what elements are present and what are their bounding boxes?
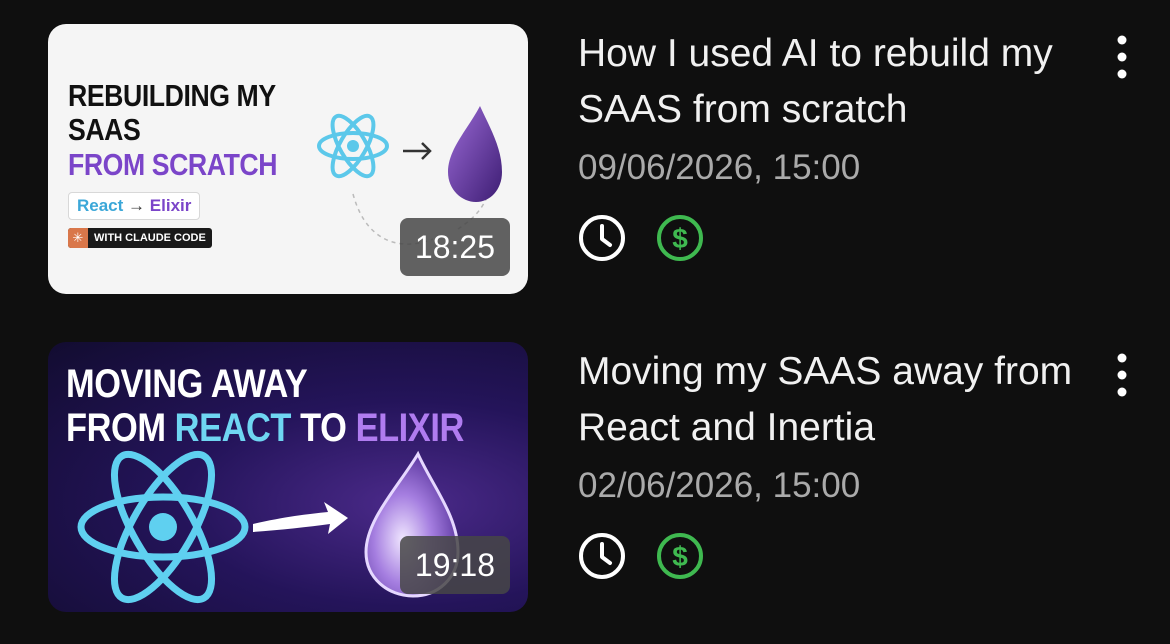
pill-to: Elixir xyxy=(149,196,192,215)
thumbnail-text: FROM REACT TO ELIXIR xyxy=(66,408,464,448)
video-date: 09/06/2026, 15:00 xyxy=(578,148,861,187)
thumbnail-text-part: ELIXIR xyxy=(355,406,465,450)
badge-text: WITH CLAUDE CODE xyxy=(94,232,206,244)
duration-badge: 18:25 xyxy=(399,218,510,276)
thumbnail-text-part: TO xyxy=(291,406,356,450)
video-title[interactable]: How I used AI to rebuild my SAAS from sc… xyxy=(578,26,1078,138)
svg-text:$: $ xyxy=(672,223,688,254)
pill-arrow: → xyxy=(128,196,146,215)
claude-spark-icon: ✳ xyxy=(68,228,88,248)
thumbnail-text-part: REACT xyxy=(174,406,292,450)
arrow-right-icon xyxy=(403,142,432,160)
video-thumbnail[interactable]: REBUILDING MY SAAS FROM SCRATCH React → … xyxy=(48,24,528,294)
video-date: 02/06/2026, 15:00 xyxy=(578,466,861,505)
clock-icon[interactable] xyxy=(578,214,626,262)
video-row[interactable]: MOVING AWAY FROM REACT TO ELIXIR 19:18 M… xyxy=(0,342,1170,612)
react-logo-icon xyxy=(77,450,249,604)
thumbnail-text: MOVING AWAY xyxy=(66,362,308,406)
more-options-icon[interactable] xyxy=(1104,350,1140,400)
thumbnail-text: REBUILDING MY xyxy=(68,78,276,113)
dollar-icon[interactable]: $ xyxy=(656,214,704,262)
video-title[interactable]: Moving my SAAS away from React and Inert… xyxy=(578,344,1078,456)
clock-icon[interactable] xyxy=(578,532,626,580)
more-options-icon[interactable] xyxy=(1104,32,1140,82)
dollar-icon[interactable]: $ xyxy=(656,532,704,580)
video-row[interactable]: REBUILDING MY SAAS FROM SCRATCH React → … xyxy=(0,24,1170,294)
svg-text:$: $ xyxy=(672,541,688,572)
thumbnail-pill: React → Elixir xyxy=(68,192,201,220)
arrow-right-icon xyxy=(253,502,348,534)
elixir-logo-icon xyxy=(448,106,502,202)
pill-from: React xyxy=(77,196,124,215)
react-logo-icon xyxy=(317,113,389,179)
thumbnail-text: FROM SCRATCH xyxy=(68,147,278,182)
thumbnail-badge: ✳ WITH CLAUDE CODE xyxy=(68,228,212,248)
duration-badge: 19:18 xyxy=(399,536,510,594)
thumbnail-text: SAAS xyxy=(68,112,141,147)
thumbnail-text-part: FROM xyxy=(66,406,175,450)
video-thumbnail[interactable]: MOVING AWAY FROM REACT TO ELIXIR 19:18 xyxy=(48,342,528,612)
